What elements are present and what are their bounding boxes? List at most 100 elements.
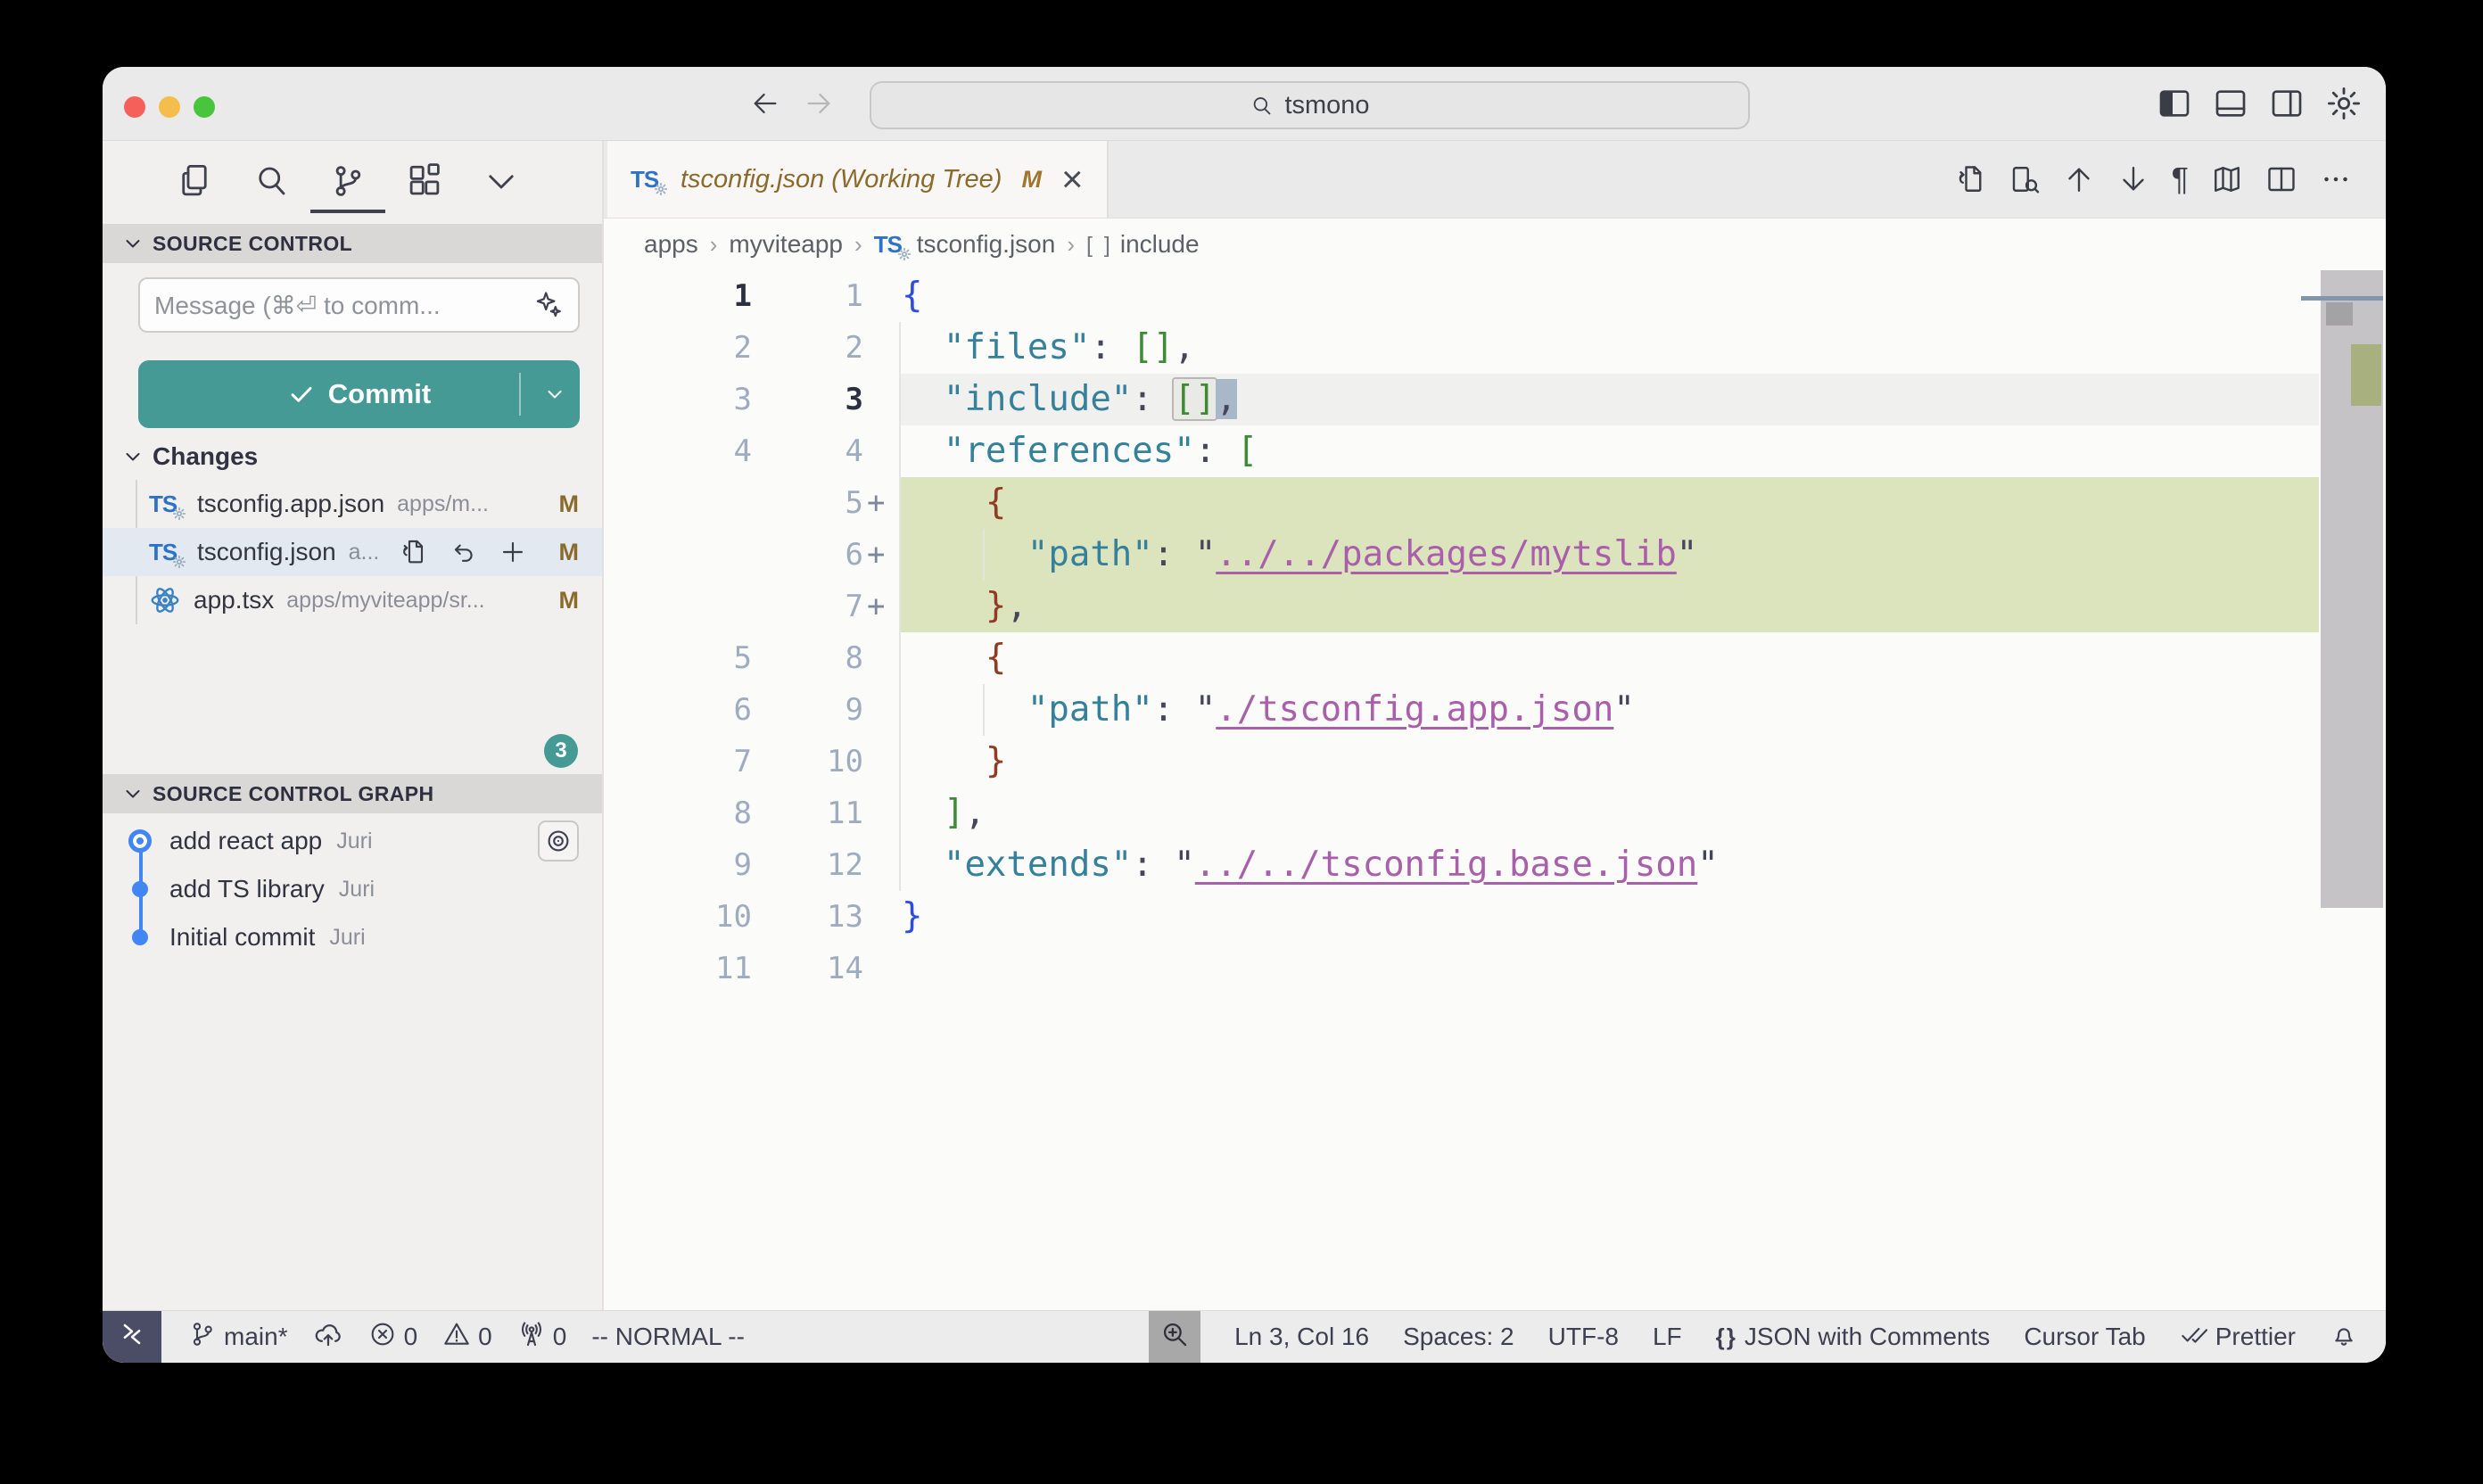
open-file-icon[interactable] xyxy=(399,538,427,566)
diff-line-10[interactable]: 710 } xyxy=(604,736,2386,787)
diff-line-7[interactable]: 7+ }, xyxy=(604,581,2386,632)
commit-graph-node xyxy=(132,929,148,945)
diff-line-4[interactable]: 44 "references": [ xyxy=(604,425,2386,477)
encoding[interactable]: UTF-8 xyxy=(1548,1323,1619,1351)
file-path: a... xyxy=(349,540,380,565)
remote-icon xyxy=(119,1321,145,1354)
gutter-original-line-number: 11 xyxy=(604,943,752,994)
previous-change-icon[interactable] xyxy=(2063,163,2095,195)
diff-line-5[interactable]: 5+ { xyxy=(604,477,2386,529)
publish-changes[interactable] xyxy=(313,1319,343,1356)
stage-changes-icon[interactable] xyxy=(499,538,527,566)
commit-row[interactable]: add TS libraryJuri xyxy=(103,865,602,913)
activity-item-more-views[interactable] xyxy=(482,162,521,200)
diff-line-2[interactable]: 22 "files": [], xyxy=(604,322,2386,374)
branch-status[interactable]: main* xyxy=(188,1320,288,1355)
activity-item-extensions[interactable] xyxy=(405,162,444,200)
diff-line-1[interactable]: 11{ xyxy=(604,270,2386,322)
indent-guide xyxy=(983,529,985,581)
generate-commit-message-icon[interactable] xyxy=(533,290,564,320)
breadcrumb-item-myviteapp[interactable]: myviteapp xyxy=(729,230,843,259)
close-window-button[interactable] xyxy=(124,96,145,118)
indentation[interactable]: Spaces: 2 xyxy=(1403,1323,1514,1351)
commit-message-input[interactable]: Message (⌘⏎ to comm... xyxy=(138,277,580,333)
source-control-section-header[interactable]: SOURCE CONTROL xyxy=(103,224,602,263)
command-center-search[interactable]: tsmono xyxy=(870,81,1750,129)
gutter-original-line-number: 3 xyxy=(604,374,752,425)
breadcrumb-item-apps[interactable]: apps xyxy=(644,230,698,259)
zoom-window-button[interactable] xyxy=(194,96,215,118)
gutter-original-line-number xyxy=(604,529,752,581)
diff-line-13[interactable]: 1013} xyxy=(604,891,2386,943)
gutter-modified-line-number: 13 xyxy=(752,891,863,943)
breadcrumb-item-tsconfig.json[interactable]: TStsconfig.json xyxy=(874,229,1056,260)
tab-bar: TS tsconfig.json (Working Tree) M × ¶ xyxy=(604,141,2386,218)
cursor-tab[interactable]: Cursor Tab xyxy=(2024,1323,2145,1351)
status-label: Spaces: 2 xyxy=(1403,1323,1514,1351)
search-query: tsmono xyxy=(1284,91,1369,120)
breadcrumb-item-include[interactable]: [ ]include xyxy=(1086,230,1200,259)
close-tab-icon[interactable]: × xyxy=(1061,161,1084,198)
errors[interactable]: 0 xyxy=(368,1320,418,1355)
more-actions-icon[interactable] xyxy=(2320,163,2352,195)
activity-item-source-control[interactable] xyxy=(328,162,367,200)
diff-line-8[interactable]: 58 { xyxy=(604,632,2386,684)
settings-gear-icon[interactable] xyxy=(2325,85,2363,122)
diff-line-3[interactable]: 33 "include": [], xyxy=(604,374,2386,425)
tab-modified-badge: M xyxy=(1021,166,1042,194)
diff-line-6[interactable]: 6+ "path": "../../packages/mytslib" xyxy=(604,529,2386,581)
change-row-tsconfig.app.json[interactable]: TStsconfig.app.jsonapps/m...M xyxy=(103,480,602,528)
toggle-panel-icon[interactable] xyxy=(2213,86,2248,121)
notifications[interactable] xyxy=(2330,1320,2358,1355)
diff-line-11[interactable]: 811 ], xyxy=(604,787,2386,839)
zoom-indicator[interactable] xyxy=(1149,1311,1200,1363)
open-changes-icon[interactable] xyxy=(1954,163,1986,195)
tab-title: tsconfig.json (Working Tree) xyxy=(681,165,1002,194)
changes-section-header[interactable]: Changes 3 xyxy=(103,435,602,478)
go-back-icon[interactable] xyxy=(750,88,780,119)
open-preview-icon[interactable] xyxy=(2009,163,2041,195)
toggle-primary-sidebar-icon[interactable] xyxy=(2157,86,2192,121)
source-control-graph-header[interactable]: SOURCE CONTROL GRAPH xyxy=(103,774,602,813)
chevron-down-icon xyxy=(122,783,144,804)
vim-mode[interactable]: -- NORMAL -- xyxy=(591,1323,745,1351)
diff-line-9[interactable]: 69 "path": "./tsconfig.app.json" xyxy=(604,684,2386,736)
commit-dropdown-icon[interactable] xyxy=(544,383,565,405)
change-row-tsconfig.json[interactable]: TStsconfig.jsona...M xyxy=(103,528,602,576)
commit-button[interactable]: Commit xyxy=(138,360,580,428)
layout-controls xyxy=(2157,67,2363,140)
json-array-icon: [ ] xyxy=(1086,230,1113,259)
eol[interactable]: LF xyxy=(1653,1323,1682,1351)
toggle-whitespace-icon[interactable]: ¶ xyxy=(2172,163,2189,195)
commit-row[interactable]: Initial commitJuri xyxy=(103,913,602,961)
diff-line-14[interactable]: 1114 xyxy=(604,943,2386,994)
gutter-added-sign: + xyxy=(863,529,902,581)
change-row-app.tsx[interactable]: app.tsxapps/myviteapp/sr...M xyxy=(103,576,602,624)
next-change-icon[interactable] xyxy=(2117,163,2149,195)
commit-row[interactable]: add react appJuri xyxy=(103,817,602,865)
diff-editor[interactable]: 11{22 "files": [],33 "include": [],44 "r… xyxy=(604,270,2386,1312)
discard-changes-icon[interactable] xyxy=(449,538,477,566)
go-forward-icon[interactable] xyxy=(804,88,834,119)
cursor-position[interactable]: Ln 3, Col 16 xyxy=(1234,1323,1369,1351)
modified-status-badge: M xyxy=(559,539,580,566)
remote-indicator[interactable] xyxy=(103,1311,161,1363)
gutter-modified-line-number: 6 xyxy=(752,529,863,581)
minimize-window-button[interactable] xyxy=(159,96,180,118)
scrollbar-handle[interactable] xyxy=(2326,302,2353,326)
tab-tsconfig-working-tree[interactable]: TS tsconfig.json (Working Tree) M × xyxy=(607,141,1109,218)
double-check-icon xyxy=(2180,1320,2208,1355)
split-editor-icon[interactable] xyxy=(2265,163,2297,195)
warnings[interactable]: 0 xyxy=(442,1320,492,1355)
commit-author: Juri xyxy=(329,925,365,951)
formatter[interactable]: Prettier xyxy=(2180,1320,2296,1355)
diff-line-12[interactable]: 912 "extends": "../../tsconfig.base.json… xyxy=(604,839,2386,891)
activity-item-explorer[interactable] xyxy=(175,162,214,200)
ports[interactable]: 0 xyxy=(517,1320,567,1355)
toggle-minimap-icon[interactable] xyxy=(2211,163,2243,195)
language-mode[interactable]: {}JSON with Comments xyxy=(1716,1323,1991,1351)
goto-current-history-item-button[interactable] xyxy=(538,820,579,862)
braces-icon: {} xyxy=(1716,1323,1737,1351)
activity-item-search[interactable] xyxy=(252,162,291,200)
toggle-secondary-sidebar-icon[interactable] xyxy=(2269,86,2305,121)
